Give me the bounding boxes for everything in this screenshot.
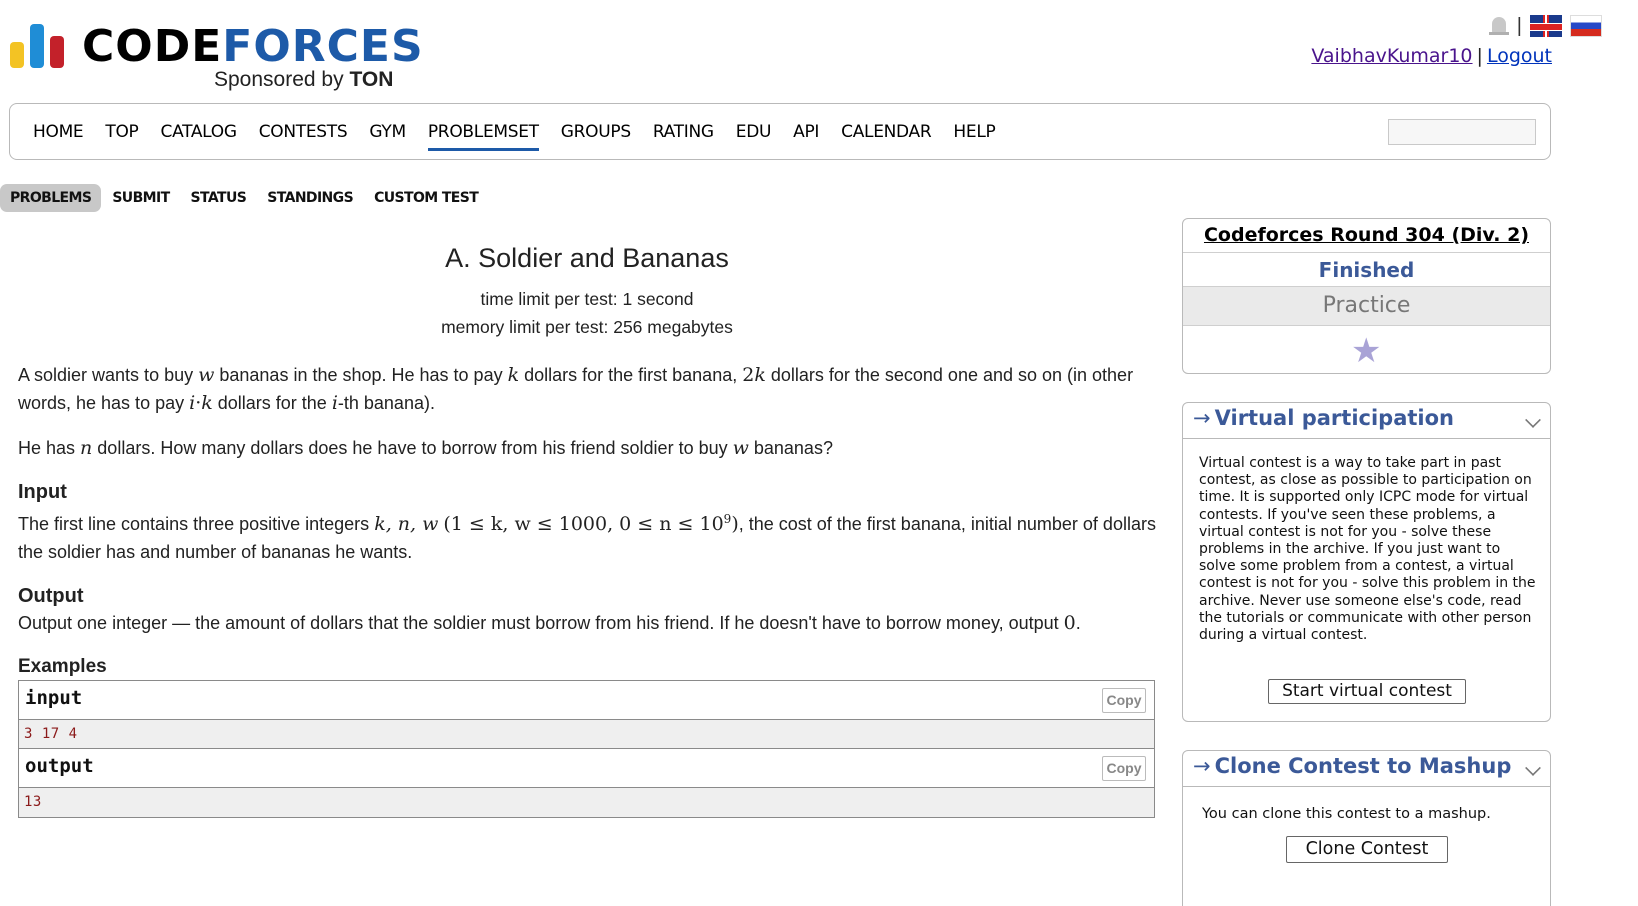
nav-top[interactable]: TOP [105, 122, 138, 142]
virtual-contest-description: Virtual contest is a way to take part in… [1199, 455, 1536, 644]
user-separator: | [1476, 45, 1483, 67]
language-switcher: | [1488, 14, 1602, 38]
logout-link[interactable]: Logout [1487, 45, 1552, 67]
virtual-participation-title: → Virtual participation [1193, 406, 1454, 430]
contest-practice-label: Practice [1183, 287, 1550, 326]
problem-statement: A. Soldier and Bananas time limit per te… [18, 240, 1156, 818]
codeforces-logo[interactable]: CODEFORCES Sponsored by TON [10, 22, 423, 94]
tab-custom-test[interactable]: CUSTOM TEST [364, 184, 488, 212]
problemset-subnav: PROBLEMS SUBMIT STATUS STANDINGS CUSTOM … [0, 184, 489, 212]
statement-paragraph-2: He has n dollars. How many dollars does … [18, 437, 833, 459]
clone-contest-title: → Clone Contest to Mashup [1193, 754, 1512, 778]
tab-status[interactable]: STATUS [181, 184, 257, 212]
nav-groups[interactable]: GROUPS [561, 122, 631, 142]
russian-flag-icon[interactable] [1570, 15, 1602, 37]
time-limit: time limit per test: 1 second [480, 289, 694, 309]
clone-contest-box: → Clone Contest to Mashup You can clone t… [1182, 750, 1551, 906]
memory-limit: memory limit per test: 256 megabytes [441, 317, 733, 337]
virtual-participation-header[interactable]: → Virtual participation [1183, 403, 1550, 439]
nav-help[interactable]: HELP [953, 122, 995, 142]
user-links: VaibhavKumar10 | Logout [1311, 45, 1552, 67]
virtual-participation-box: → Virtual participation Virtual contest i… [1182, 402, 1551, 722]
star-icon[interactable]: ★ [1351, 331, 1381, 371]
input-specification: The first line contains three positive i… [18, 512, 1156, 562]
contest-name-row: Codeforces Round 304 (Div. 2) [1183, 219, 1550, 253]
separator: | [1516, 14, 1522, 37]
main-nav: HOME TOP CATALOG CONTESTS GYM PROBLEMSET… [9, 103, 1551, 160]
example-input-body: 3 17 4 [19, 720, 1154, 749]
example-input-label: input [25, 687, 83, 709]
nav-calendar[interactable]: CALENDAR [841, 122, 932, 142]
clone-contest-header[interactable]: → Clone Contest to Mashup [1183, 751, 1550, 787]
nav-catalog[interactable]: CATALOG [161, 122, 238, 142]
example-output-value: 13 [24, 794, 42, 810]
nav-gym[interactable]: GYM [369, 122, 406, 142]
output-section-title: Output [18, 585, 84, 607]
english-flag-icon[interactable] [1530, 15, 1562, 37]
start-virtual-contest-button[interactable]: Start virtual contest [1268, 679, 1466, 704]
favourite-row: ★ [1183, 326, 1550, 373]
username-link[interactable]: VaibhavKumar10 [1311, 45, 1472, 67]
clone-contest-description: You can clone this contest to a mashup. [1202, 806, 1491, 822]
examples-block: input Copy 3 17 4 output Copy 13 [18, 680, 1155, 818]
example-output-body: 13 [19, 788, 1154, 817]
tab-submit[interactable]: SUBMIT [102, 184, 179, 212]
output-specification: Output one integer — the amount of dolla… [18, 612, 1081, 634]
page-header: CODEFORCES Sponsored by TON | VaibhavKum… [0, 0, 1638, 100]
nav-api[interactable]: API [793, 122, 819, 142]
example-input-header: input Copy [19, 681, 1154, 720]
input-section-title: Input [18, 481, 67, 503]
contest-info-box: Codeforces Round 304 (Div. 2) Finished P… [1182, 218, 1551, 374]
nav-home[interactable]: HOME [33, 122, 84, 142]
example-input-value: 3 17 4 [24, 726, 78, 742]
problem-title: A. Soldier and Bananas [445, 243, 729, 273]
contest-status: Finished [1183, 253, 1550, 287]
chevron-down-icon[interactable] [1525, 412, 1541, 428]
logo-bars-icon [10, 24, 70, 68]
tab-problems[interactable]: PROBLEMS [0, 184, 102, 212]
nav-edu[interactable]: EDU [736, 122, 772, 142]
statement-paragraph-1: A soldier wants to buy w bananas in the … [18, 364, 1134, 414]
logo-wordmark: CODEFORCES [82, 21, 424, 72]
examples-title: Examples [18, 656, 107, 677]
tab-standings[interactable]: STANDINGS [257, 184, 363, 212]
nav-rating[interactable]: RATING [653, 122, 714, 142]
search-input[interactable] [1388, 119, 1536, 145]
clone-contest-button[interactable]: Clone Contest [1286, 836, 1448, 863]
contest-name-link[interactable]: Codeforces Round 304 (Div. 2) [1204, 224, 1529, 246]
copy-output-button[interactable]: Copy [1102, 756, 1146, 781]
example-output-label: output [25, 755, 94, 777]
logo-sponsor: Sponsored by TON [214, 68, 394, 91]
notification-bell-icon[interactable] [1488, 14, 1509, 38]
copy-input-button[interactable]: Copy [1102, 688, 1146, 713]
example-output-header: output Copy [19, 749, 1154, 788]
chevron-down-icon[interactable] [1525, 760, 1541, 776]
nav-problemset[interactable]: PROBLEMSET [427, 122, 539, 151]
nav-contests[interactable]: CONTESTS [259, 122, 348, 142]
